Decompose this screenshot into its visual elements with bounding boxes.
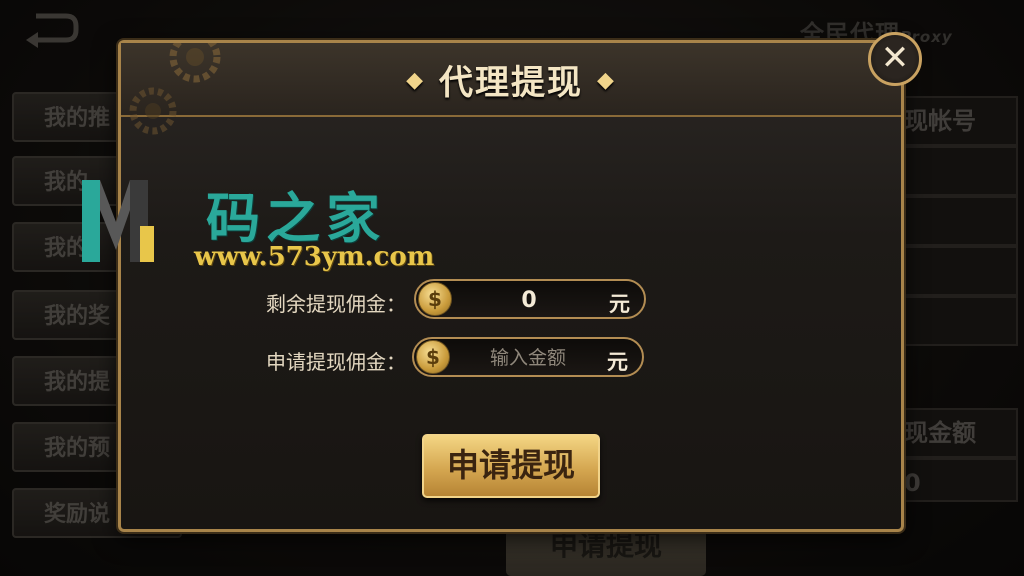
dialog-title: ◆ 代理提现 ◆	[121, 55, 901, 104]
watermark-logo-icon	[82, 180, 154, 262]
remaining-commission-field: $ 0 元	[414, 279, 646, 319]
diamond-right-icon: ◆	[597, 68, 616, 93]
watermark-url: www.573ym.com	[194, 242, 435, 272]
apply-commission-label: 申请提现佣金：	[266, 350, 406, 374]
dialog-title-text: 代理提现	[439, 63, 583, 103]
remaining-commission-value: 0	[521, 288, 537, 313]
remaining-unit: 元	[609, 292, 630, 316]
close-button[interactable]: ✕	[868, 32, 922, 86]
apply-withdraw-button[interactable]: 申请提现	[422, 434, 600, 498]
amount-input[interactable]	[454, 343, 602, 373]
diamond-left-icon: ◆	[406, 68, 425, 93]
apply-unit: 元	[607, 350, 628, 374]
apply-commission-field: $ 元	[412, 337, 644, 377]
coin-icon: $	[416, 340, 450, 374]
remaining-commission-label: 剩余提现佣金：	[266, 292, 406, 316]
coin-icon: $	[418, 282, 452, 316]
dialog-header: ◆ 代理提现 ◆	[121, 43, 901, 135]
